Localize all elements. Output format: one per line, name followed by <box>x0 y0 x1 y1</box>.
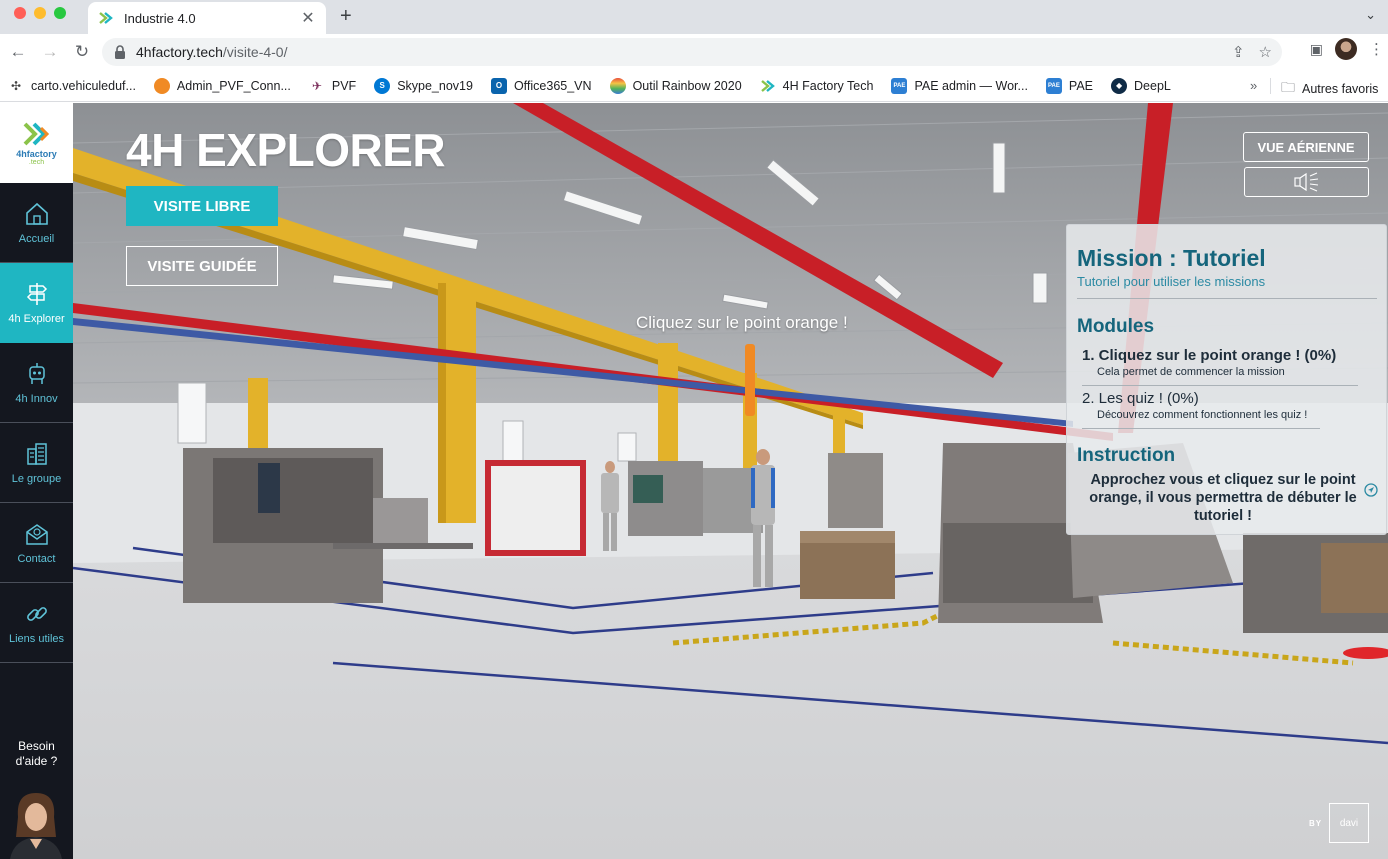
minimize-window-button[interactable] <box>34 7 46 19</box>
profile-avatar[interactable] <box>1335 38 1357 60</box>
url-host: 4hfactory.tech <box>136 44 223 60</box>
mission-title: Mission : Tutoriel <box>1077 245 1266 271</box>
back-button[interactable]: ← <box>4 38 32 66</box>
bookmark-item[interactable]: Admin_PVF_Conn... <box>153 77 291 94</box>
forward-button[interactable]: → <box>36 38 64 66</box>
assistant-avatar[interactable] <box>8 787 64 859</box>
mission-divider <box>1077 298 1377 299</box>
lock-icon <box>115 45 125 59</box>
rainbow-icon <box>609 77 626 94</box>
module-divider <box>1082 385 1358 386</box>
help-prompt[interactable]: Besoin d'aide ? <box>0 739 73 769</box>
visite-libre-button[interactable]: VISITE LIBRE <box>126 186 278 226</box>
sound-toggle-button[interactable] <box>1244 167 1369 197</box>
sidebar-item-liens-utiles[interactable]: Liens utiles <box>0 583 73 663</box>
home-icon <box>25 202 48 225</box>
pvf-icon: ✈ <box>311 78 322 93</box>
bookmark-item[interactable]: ✈ PVF <box>309 78 356 94</box>
outlook-icon: O <box>490 77 507 94</box>
robot-icon <box>28 362 45 384</box>
instruction-heading: Instruction <box>1077 445 1176 466</box>
pae-icon: PAE <box>1045 77 1062 94</box>
mission-panel: Mission : Tutoriel Tutoriel pour utilise… <box>1066 224 1387 535</box>
orange-point-marker[interactable] <box>745 344 755 416</box>
skype-icon: S <box>374 77 391 94</box>
site-favicon-icon <box>99 12 113 24</box>
site-sidebar: 4hfactory .tech Accueil 4h Explorer 4h I… <box>0 103 73 859</box>
tab-title: Industrie 4.0 <box>124 10 196 26</box>
share-icon[interactable]: ⇪ <box>1232 43 1245 61</box>
visite-guidee-button[interactable]: VISITE GUIDÉE <box>126 246 278 286</box>
new-tab-button[interactable]: + <box>340 5 352 28</box>
module-divider <box>1082 428 1320 429</box>
other-bookmarks-folder[interactable]: 🗀 Autres favoris <box>1281 77 1378 101</box>
orange-point-hint: Cliquez sur le point orange ! <box>636 313 848 332</box>
side-panel-icon[interactable]: ▣ <box>1310 41 1323 58</box>
close-window-button[interactable] <box>14 7 26 19</box>
vue-aerienne-button[interactable]: VUE AÉRIENNE <box>1243 132 1369 162</box>
sidebar-item-contact[interactable]: Contact <box>0 503 73 583</box>
logo-subtext: .tech <box>28 159 45 166</box>
sidebar-item-4h-innov[interactable]: 4h Innov <box>0 343 73 423</box>
url-path: /visite-4-0/ <box>222 44 288 60</box>
bookmarks-divider <box>1270 78 1271 94</box>
sidebar-item-4h-explorer[interactable]: 4h Explorer <box>0 263 73 343</box>
by-label: BY <box>1309 819 1323 828</box>
tab-search-chevron-icon[interactable]: ⌄ <box>1365 7 1376 23</box>
tab-close-icon[interactable]: ✕ <box>300 8 316 28</box>
sidebar-item-le-groupe[interactable]: Le groupe <box>0 423 73 503</box>
bookmark-item[interactable]: O Office365_VN <box>490 77 592 94</box>
orange-circle-icon <box>153 77 170 94</box>
signpost-icon <box>26 283 47 305</box>
folder-icon: 🗀 <box>1281 79 1295 95</box>
page-title: 4H EXPLORER <box>126 124 446 176</box>
bookmark-item[interactable]: PAE PAE admin — Wor... <box>891 77 1028 94</box>
address-bar[interactable]: 4hfactory.tech /visite-4-0/ ⇪ ☆ <box>102 38 1282 66</box>
modules-heading: Modules <box>1077 316 1155 337</box>
factory-3d-viewport[interactable]: 4H EXPLORER VISITE LIBRE VISITE GUIDÉE V… <box>73 103 1388 859</box>
zoom-window-button[interactable] <box>54 7 66 19</box>
browser-toolbar: ← → ↻ 4hfactory.tech /visite-4-0/ ⇪ ☆ ▣ … <box>0 34 1388 70</box>
browser-tab[interactable]: Industrie 4.0 ✕ <box>88 2 326 34</box>
bookmark-item[interactable]: ✣ carto.vehiculeduf... <box>8 78 136 94</box>
davi-logo[interactable]: davi <box>1329 803 1369 843</box>
sidebar-item-accueil[interactable]: Accueil <box>0 183 73 263</box>
locate-target-icon[interactable] <box>1364 483 1378 497</box>
browser-menu-icon[interactable]: ⋮ <box>1369 40 1384 58</box>
bookmark-item[interactable]: PAE PAE <box>1045 77 1093 94</box>
module-item-2[interactable]: 2. Les quiz ! (0%) Découvrez comment fon… <box>1082 390 1358 421</box>
bookmark-item[interactable]: 4H Factory Tech <box>760 78 873 94</box>
bookmark-item[interactable]: ◆ DeepL <box>1111 77 1171 94</box>
instruction-text: Approchez vous et cliquez sur le point o… <box>1089 472 1357 524</box>
mail-icon <box>25 523 48 545</box>
building-icon <box>26 442 47 465</box>
logo-chevrons-icon <box>23 122 49 146</box>
module-item-1[interactable]: 1. Cliquez sur le point orange ! (0%) Ce… <box>1082 347 1358 378</box>
bookmark-item[interactable]: S Skype_nov19 <box>374 77 473 94</box>
link-icon <box>26 606 47 621</box>
bookmark-item[interactable]: Outil Rainbow 2020 <box>609 77 742 94</box>
bookmark-star-icon[interactable]: ☆ <box>1259 43 1272 61</box>
deepl-icon: ◆ <box>1111 77 1128 94</box>
reload-button[interactable]: ↻ <box>68 38 96 66</box>
speaker-muted-icon <box>1293 172 1318 192</box>
pae-icon: PAE <box>891 77 908 94</box>
site-favicon-icon <box>760 79 775 92</box>
bike-icon: ✣ <box>10 78 22 93</box>
mission-subtitle: Tutoriel pour utiliser les missions <box>1077 274 1266 289</box>
site-logo[interactable]: 4hfactory .tech <box>0 103 73 183</box>
bookmarks-overflow-button[interactable]: » <box>1250 78 1257 93</box>
browser-tab-strip: Industrie 4.0 ✕ + ⌄ <box>0 0 1388 34</box>
bookmarks-bar: ✣ carto.vehiculeduf... Admin_PVF_Conn...… <box>0 70 1388 102</box>
logo-text: 4hfactory <box>16 149 57 159</box>
